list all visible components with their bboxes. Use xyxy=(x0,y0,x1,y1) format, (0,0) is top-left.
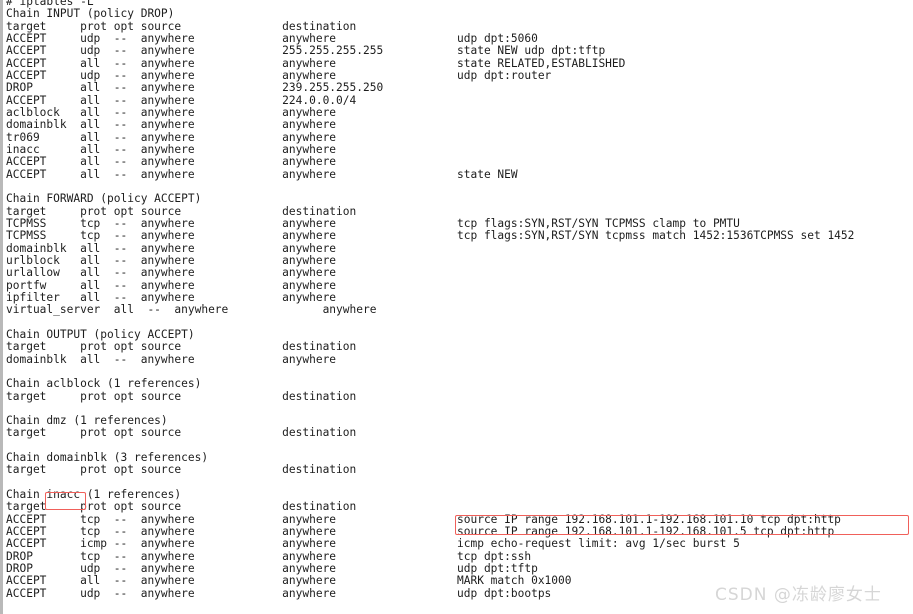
terminal-line: DROP all -- anywhere 239.255.255.250 xyxy=(0,81,913,95)
terminal-line: target prot opt source destination xyxy=(0,340,913,354)
terminal-line-extra: udp dpt:router xyxy=(457,68,552,82)
terminal-line-main: domainblk all -- anywhere anywhere xyxy=(6,118,337,132)
terminal-line-main: urlallow all -- anywhere anywhere xyxy=(6,266,337,280)
terminal-line-main: ACCEPT all -- anywhere anywhere xyxy=(6,155,337,169)
terminal-line-extra: udp dpt:bootps xyxy=(457,586,552,600)
terminal-line-main: target prot opt source destination xyxy=(6,426,357,440)
terminal-line: ACCEPT all -- anywhere anywhere state NEW xyxy=(0,167,913,181)
terminal-line: ACCEPT udp -- anywhere 255.255.255.255 st… xyxy=(0,44,913,58)
csdn-watermark: CSDN @冻龄廖女士 xyxy=(715,585,882,605)
terminal-line: TCPMSS tcp -- anywhere anywhere tcp flags… xyxy=(0,229,913,243)
terminal-line-extra: tcp flags:SYN,RST/SYN tcpmss match 1452:… xyxy=(457,229,855,243)
terminal-line: ACCEPT icmp -- anywhere anywhere icmp ech… xyxy=(0,537,913,551)
terminal-screenshot: # iptables -L Chain INPUT (policy DROP) ta… xyxy=(0,0,913,614)
terminal-line-main: ACCEPT all -- anywhere anywhere xyxy=(6,167,337,181)
terminal-line: urlallow all -- anywhere anywhere xyxy=(0,266,913,280)
terminal-line-extra: MARK match 0x1000 xyxy=(457,574,572,588)
terminal-line-main: ACCEPT all -- anywhere anywhere xyxy=(6,574,337,588)
terminal-line-extra: icmp echo-request limit: avg 1/sec burst… xyxy=(457,537,740,551)
terminal-line: target prot opt source destination xyxy=(0,389,913,403)
terminal-line-main: target prot opt source destination xyxy=(6,463,357,477)
terminal-line: ACCEPT all -- anywhere anywhere xyxy=(0,155,913,169)
terminal-line-main: ACCEPT udp -- anywhere 255.255.255.255 xyxy=(6,44,384,58)
terminal-line-main: domainblk all -- anywhere anywhere xyxy=(6,352,337,366)
terminal-line-extra: state NEW udp dpt:tftp xyxy=(457,44,606,58)
terminal-output: # iptables -L Chain INPUT (policy DROP) ta… xyxy=(0,0,913,614)
terminal-line: Chain FORWARD (policy ACCEPT) xyxy=(0,192,913,206)
terminal-line: target prot opt source destination xyxy=(0,463,913,477)
terminal-line-extra: state NEW xyxy=(457,167,518,181)
terminal-line-main: ACCEPT udp -- anywhere anywhere xyxy=(6,586,337,600)
terminal-line-main: virtual_server all -- anywhere anywhere xyxy=(6,303,377,317)
terminal-line: target prot opt source destination xyxy=(0,426,913,440)
terminal-line-main: TCPMSS tcp -- anywhere anywhere xyxy=(6,229,337,243)
terminal-line-main: Chain FORWARD (policy ACCEPT) xyxy=(6,192,202,206)
terminal-line-main: DROP all -- anywhere 239.255.255.250 xyxy=(6,81,384,95)
terminal-line-main: Chain INPUT (policy DROP) xyxy=(6,7,175,21)
terminal-line-main: Chain aclblock (1 references) xyxy=(6,377,202,391)
terminal-line-main: ACCEPT icmp -- anywhere anywhere xyxy=(6,537,337,551)
terminal-line: domainblk all -- anywhere anywhere xyxy=(0,352,913,366)
terminal-line-main: target prot opt source destination xyxy=(6,500,357,514)
terminal-line: Chain aclblock (1 references) xyxy=(0,377,913,391)
terminal-line: target prot opt source destination xyxy=(0,500,913,514)
terminal-line: domainblk all -- anywhere anywhere xyxy=(0,118,913,132)
terminal-line: Chain INPUT (policy DROP) xyxy=(0,7,913,21)
terminal-line-main: target prot opt source destination xyxy=(6,389,357,403)
terminal-line-main: target prot opt source destination xyxy=(6,340,357,354)
terminal-line: virtual_server all -- anywhere anywhere xyxy=(0,303,913,317)
